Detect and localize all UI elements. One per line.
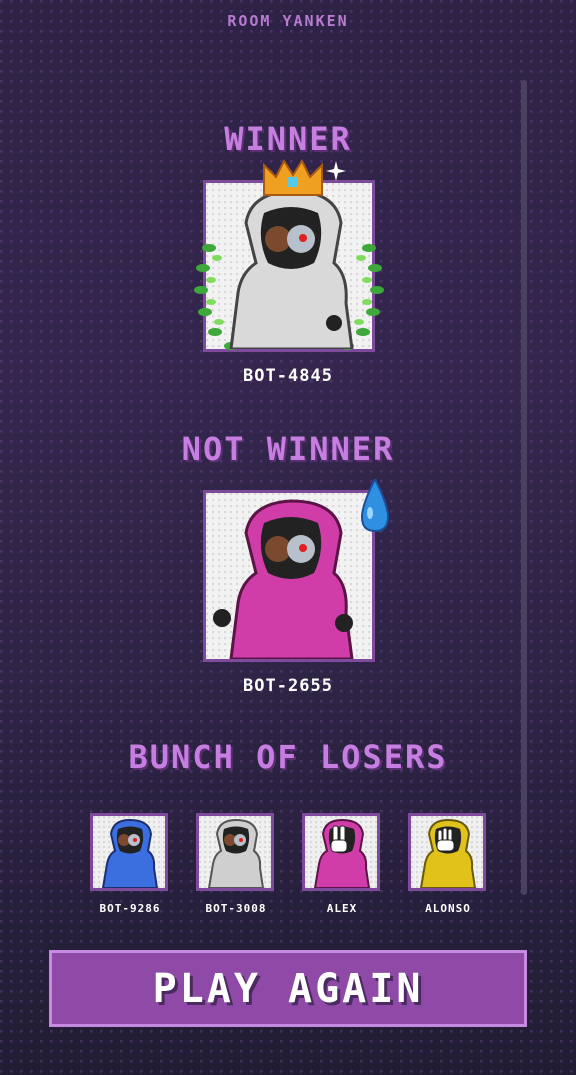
winner-name: BOT-4845 bbox=[243, 366, 333, 386]
sparkle-icon bbox=[326, 161, 346, 181]
losers-heading: BUNCH OF LOSERS bbox=[128, 738, 448, 776]
winner-avatar-card bbox=[194, 158, 384, 352]
loser-character bbox=[207, 818, 265, 888]
winner-heading: WINNER bbox=[224, 120, 352, 158]
loser-avatar-card bbox=[302, 813, 380, 891]
not-winner-character bbox=[213, 499, 354, 659]
loser-avatar-card bbox=[196, 813, 274, 891]
loser-name: ALONSO bbox=[425, 902, 471, 915]
sweat-drop-icon bbox=[360, 479, 390, 533]
not-winner-name: BOT-2655 bbox=[243, 676, 333, 696]
loser-name: BOT-9286 bbox=[99, 902, 161, 915]
paper-hand-icon bbox=[436, 827, 455, 852]
crown-icon bbox=[263, 158, 323, 196]
loser-name: BOT-3008 bbox=[205, 902, 267, 915]
loser-name: ALEX bbox=[326, 902, 358, 915]
loser-avatar-card bbox=[90, 813, 168, 891]
not-winner-avatar-card bbox=[203, 479, 390, 662]
loser-character bbox=[313, 818, 371, 888]
play-again-button[interactable]: PLAY AGAIN bbox=[49, 950, 527, 1027]
winner-character bbox=[229, 189, 354, 349]
room-title: ROOM YANKEN bbox=[227, 12, 349, 30]
loser-avatar-card bbox=[408, 813, 486, 891]
not-winner-heading: NOT WINNER bbox=[181, 430, 395, 468]
loser-character bbox=[101, 818, 159, 888]
loser-character bbox=[419, 818, 477, 888]
play-again-label: PLAY AGAIN bbox=[152, 965, 424, 1012]
